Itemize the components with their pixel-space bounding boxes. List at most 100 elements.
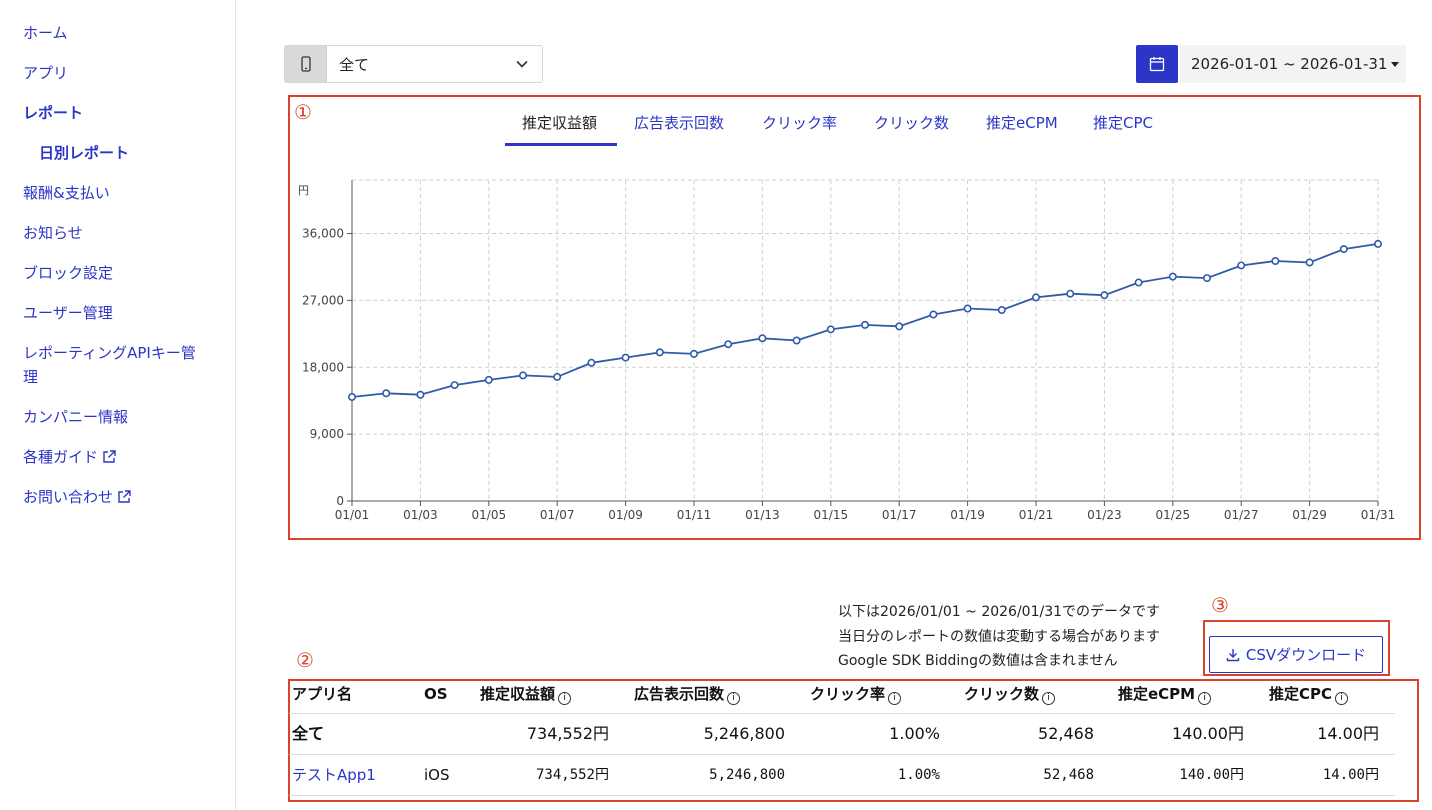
data-point xyxy=(1066,289,1075,298)
active-tab-indicator xyxy=(505,143,617,146)
x-tick-label: 01/27 xyxy=(1224,508,1259,522)
nav-reporting-api-key[interactable]: レポーティングAPIキー管 xyxy=(23,341,196,365)
col-header-app-name: アプリ名 xyxy=(292,685,353,703)
data-point xyxy=(382,389,391,398)
calendar-icon xyxy=(1149,57,1165,72)
caret-down-icon xyxy=(1391,61,1400,67)
x-tick-label: 01/19 xyxy=(950,508,985,522)
data-point xyxy=(1202,274,1211,283)
data-point xyxy=(484,375,493,384)
data-point xyxy=(860,320,869,329)
cell-clicks: 52,468 xyxy=(1043,767,1094,783)
data-point xyxy=(450,381,459,390)
x-tick-label: 01/13 xyxy=(745,508,780,522)
table-divider xyxy=(289,795,1395,796)
data-point xyxy=(1031,293,1040,302)
data-point xyxy=(621,353,630,362)
nav-report[interactable]: レポート xyxy=(23,101,83,125)
x-tick-label: 01/09 xyxy=(608,508,643,522)
cell-ctr: 1.00% xyxy=(897,767,940,783)
cell-total-revenue: 734,552円 xyxy=(526,724,609,743)
info-icon[interactable]: i xyxy=(1042,692,1056,705)
col-header-revenue: 推定収益額 i xyxy=(480,684,572,705)
y-tick-label: 0 xyxy=(336,494,344,508)
annotation-3: ③ xyxy=(1211,593,1229,617)
data-point xyxy=(587,358,596,367)
app-select-value: 全て xyxy=(339,55,370,74)
cell-total-ctr: 1.00% xyxy=(889,724,940,743)
nav-company-info[interactable]: カンパニー情報 xyxy=(23,405,128,429)
y-tick-label: 18,000 xyxy=(302,360,344,374)
app-select[interactable]: 全て xyxy=(284,45,543,83)
tab-cpc[interactable]: 推定CPC xyxy=(1093,113,1153,133)
x-tick-label: 01/11 xyxy=(677,508,712,522)
table-divider xyxy=(289,713,1395,714)
col-header-impressions: 広告表示回数 i xyxy=(634,684,741,705)
note-data-may-change: 当日分のレポートの数値は変動する場合があります xyxy=(838,629,1160,645)
data-point xyxy=(929,310,938,319)
data-point xyxy=(1100,291,1109,300)
data-point xyxy=(997,306,1006,315)
tab-estimated-revenue[interactable]: 推定収益額 xyxy=(522,113,597,133)
smartphone-icon xyxy=(300,56,311,72)
tab-impressions[interactable]: 広告表示回数 xyxy=(634,113,724,133)
data-point xyxy=(758,334,767,343)
col-header-ctr: クリック率 i xyxy=(810,684,902,705)
nav-reporting-api-key-cont[interactable]: 理 xyxy=(23,365,38,389)
calendar-button[interactable] xyxy=(1136,45,1178,83)
x-tick-label: 01/15 xyxy=(814,508,849,522)
tab-ctr[interactable]: クリック率 xyxy=(762,113,837,133)
nav-apps[interactable]: アプリ xyxy=(23,61,68,85)
col-header-cpc-label: 推定CPC xyxy=(1269,685,1333,703)
col-header-impressions-label: 広告表示回数 xyxy=(634,685,725,703)
x-tick-label: 01/07 xyxy=(540,508,575,522)
nav-contact-label: お問い合わせ xyxy=(23,488,114,506)
nav-notices[interactable]: お知らせ xyxy=(23,221,83,245)
data-point xyxy=(1134,278,1143,287)
col-header-cpc: 推定CPC i xyxy=(1269,684,1349,705)
y-tick-label: 27,000 xyxy=(302,293,344,307)
data-point xyxy=(963,304,972,313)
data-point xyxy=(416,390,425,399)
external-link-icon xyxy=(118,490,131,503)
data-point xyxy=(1168,272,1177,281)
x-tick-label: 01/25 xyxy=(1156,508,1191,522)
x-tick-label: 01/01 xyxy=(335,508,370,522)
nav-rewards-payments[interactable]: 報酬&支払い xyxy=(23,181,110,205)
data-point xyxy=(1271,256,1280,265)
sidebar: ホーム アプリ レポート 日別レポート 報酬&支払い お知らせ ブロック設定 ユ… xyxy=(0,0,236,810)
data-point xyxy=(1305,258,1314,267)
info-icon[interactable]: i xyxy=(1198,692,1212,705)
nav-daily-report[interactable]: 日別レポート xyxy=(39,141,129,165)
col-header-ecpm: 推定eCPM i xyxy=(1118,684,1212,705)
col-header-ecpm-label: 推定eCPM xyxy=(1118,685,1196,703)
data-point xyxy=(655,348,664,357)
tab-ecpm[interactable]: 推定eCPM xyxy=(986,113,1058,133)
csv-download-label: CSVダウンロード xyxy=(1245,646,1367,664)
cell-app-name-link[interactable]: テストApp1 xyxy=(292,765,376,785)
cell-ecpm: 140.00円 xyxy=(1179,767,1244,783)
x-tick-label: 01/17 xyxy=(882,508,917,522)
info-icon[interactable]: i xyxy=(888,692,902,705)
info-icon[interactable]: i xyxy=(1335,692,1349,705)
info-icon[interactable]: i xyxy=(727,692,741,705)
col-header-clicks: クリック数 i xyxy=(964,684,1056,705)
nav-user-management[interactable]: ユーザー管理 xyxy=(23,301,113,325)
nav-contact[interactable]: お問い合わせ xyxy=(23,485,131,509)
col-header-ctr-label: クリック率 xyxy=(810,685,886,703)
chevron-down-icon xyxy=(502,60,542,68)
csv-download-button[interactable]: CSVダウンロード xyxy=(1209,636,1383,673)
col-header-revenue-label: 推定収益額 xyxy=(480,685,556,703)
nav-block-settings[interactable]: ブロック設定 xyxy=(23,261,113,285)
data-point xyxy=(826,325,835,334)
x-tick-label: 01/03 xyxy=(403,508,438,522)
nav-home[interactable]: ホーム xyxy=(23,21,68,45)
info-icon[interactable]: i xyxy=(558,692,572,705)
nav-guides[interactable]: 各種ガイド xyxy=(23,445,116,469)
cell-total-ecpm: 140.00円 xyxy=(1172,724,1244,743)
date-range-dropdown[interactable]: 2026-01-01 ~ 2026-01-31 xyxy=(1180,45,1406,83)
tab-clicks[interactable]: クリック数 xyxy=(874,113,949,133)
cell-impressions: 5,246,800 xyxy=(709,767,785,783)
note-date-range: 以下は2026/01/01 ~ 2026/01/31でのデータです xyxy=(838,604,1161,620)
date-range-value: 2026-01-01 ~ 2026-01-31 xyxy=(1191,55,1388,73)
